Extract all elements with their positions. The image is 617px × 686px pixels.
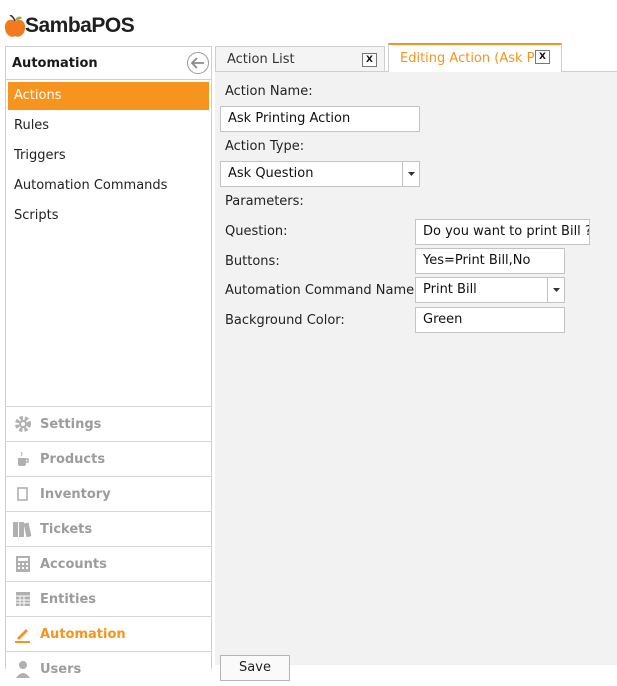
save-button[interactable]: Save — [220, 655, 290, 681]
tab-strip: Action List X Editing Action (Ask Printi… — [215, 43, 617, 72]
tickets-icon — [12, 518, 34, 540]
module-settings[interactable]: Settings — [6, 406, 211, 441]
action-name-label: Action Name: — [225, 84, 313, 99]
box-icon — [12, 483, 34, 505]
module-label: Entities — [40, 591, 97, 607]
buttons-label: Buttons: — [225, 254, 280, 269]
brand-name: SambaPOS — [25, 14, 135, 37]
tab-label: Action List — [227, 51, 295, 67]
module-label: Inventory — [40, 486, 111, 502]
module-inventory[interactable]: Inventory — [6, 476, 211, 511]
question-input[interactable]: Do you want to print Bill ? — [415, 219, 590, 245]
close-icon[interactable]: X — [362, 53, 377, 67]
action-type-select[interactable]: Ask Question — [220, 161, 420, 187]
close-icon[interactable]: X — [535, 50, 550, 64]
pen-icon — [12, 623, 34, 645]
action-editor: Action Name: Ask Printing Action Action … — [215, 72, 617, 681]
sidebar-item-actions[interactable]: Actions — [8, 82, 209, 110]
module-products[interactable]: Products — [6, 441, 211, 476]
module-entities[interactable]: Entities — [6, 581, 211, 616]
sidebar-item-triggers[interactable]: Triggers — [8, 142, 209, 170]
module-automation[interactable]: Automation — [6, 616, 211, 651]
tab-editing-action[interactable]: Editing Action (Ask Printing Action) X — [388, 43, 562, 72]
tab-label: Editing Action (Ask Printing Action) — [400, 51, 536, 66]
background-color-label: Background Color: — [225, 313, 345, 328]
back-arrow-icon[interactable] — [187, 52, 209, 74]
logo-icon — [4, 14, 26, 37]
chevron-down-icon[interactable] — [547, 278, 564, 302]
module-label: Settings — [40, 416, 102, 432]
action-name-input[interactable]: Ask Printing Action — [220, 106, 420, 132]
module-label: Products — [40, 451, 106, 467]
entities-icon — [12, 588, 34, 610]
module-accounts[interactable]: Accounts — [6, 546, 211, 581]
module-label: Automation — [40, 626, 126, 642]
module-tickets[interactable]: Tickets — [6, 511, 211, 546]
automation-command-value: Print Bill — [423, 282, 477, 297]
action-type-label: Action Type: — [225, 139, 305, 154]
tab-action-list[interactable]: Action List X — [215, 46, 385, 71]
sidebar: Automation Actions Rules Triggers Automa… — [5, 46, 212, 678]
buttons-input[interactable]: Yes=Print Bill,No — [415, 248, 565, 274]
module-label: Accounts — [40, 556, 107, 572]
chevron-down-icon[interactable] — [402, 162, 419, 186]
module-label: Tickets — [40, 521, 93, 537]
sidebar-item-automation-commands[interactable]: Automation Commands — [8, 172, 209, 200]
module-users[interactable]: Users — [6, 651, 211, 686]
automation-command-select[interactable]: Print Bill — [415, 277, 565, 303]
gear-icon — [12, 413, 34, 435]
sidebar-item-scripts[interactable]: Scripts — [8, 202, 209, 230]
cup-icon — [12, 448, 34, 470]
app-logo: SambaPOS — [4, 10, 135, 42]
user-icon — [12, 658, 34, 680]
sidebar-title: Automation — [12, 55, 98, 71]
calculator-icon — [12, 553, 34, 575]
module-label: Users — [40, 661, 82, 677]
automation-command-name-label: Automation Command Name: — [225, 283, 419, 298]
parameters-label: Parameters: — [225, 194, 304, 209]
sidebar-header: Automation — [6, 47, 211, 80]
background-color-input[interactable]: Green — [415, 307, 565, 333]
sidebar-item-rules[interactable]: Rules — [8, 112, 209, 140]
action-type-value: Ask Question — [228, 166, 314, 181]
question-label: Question: — [225, 224, 288, 239]
